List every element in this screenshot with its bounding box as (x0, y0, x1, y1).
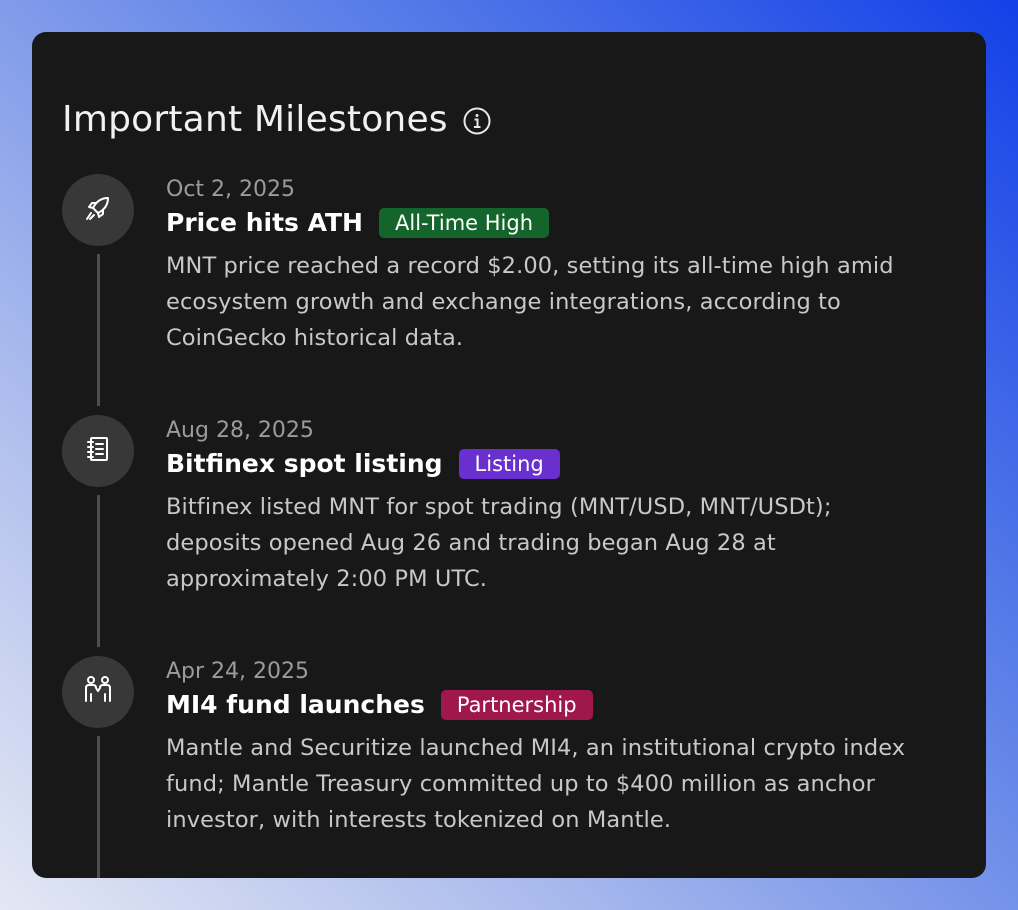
milestone-badge: Listing (458, 449, 560, 479)
partnership-people-icon (82, 674, 114, 710)
milestone-badge: Partnership (440, 690, 593, 720)
milestone-node (62, 415, 134, 487)
notebook-icon (83, 434, 113, 468)
milestone-node (62, 174, 134, 246)
milestone-item: Aug 28, 2025 Bitfinex spot listing Listi… (62, 415, 956, 656)
milestone-title-row: Bitfinex spot listing Listing (166, 447, 916, 481)
timeline-connector (97, 736, 100, 878)
timeline-connector (97, 254, 100, 406)
milestone-date: Oct 2, 2025 (166, 177, 296, 202)
timeline-connector (97, 495, 100, 647)
card-header: Important Milestones (62, 102, 492, 138)
milestone-date: Aug 28, 2025 (166, 418, 314, 443)
milestone-item: Oct 2, 2025 Price hits ATH All-Time High… (62, 174, 956, 415)
milestone-title-row: Price hits ATH All-Time High (166, 206, 916, 240)
milestone-description: MNT price reached a record $2.00, settin… (166, 253, 894, 351)
info-circle-icon[interactable] (462, 106, 492, 136)
milestones-card: Important Milestones Oct 2, 2025 Price h… (32, 32, 986, 878)
milestone-description: Mantle and Securitize launched MI4, an i… (166, 735, 906, 833)
card-title: Important Milestones (62, 99, 448, 140)
milestone-content: Apr 24, 2025 MI4 fund launches Partnersh… (166, 656, 916, 838)
milestone-timeline: Oct 2, 2025 Price hits ATH All-Time High… (62, 174, 956, 878)
milestone-title-row: MI4 fund launches Partnership (166, 688, 916, 722)
rocket-icon (83, 193, 113, 227)
milestone-content: Oct 2, 2025 Price hits ATH All-Time High… (166, 174, 916, 356)
milestone-title: Price hits ATH (166, 208, 363, 237)
milestone-description: Bitfinex listed MNT for spot trading (MN… (166, 494, 832, 592)
milestone-badge: All-Time High (379, 208, 550, 238)
milestone-node (62, 656, 134, 728)
milestone-item: Apr 24, 2025 MI4 fund launches Partnersh… (62, 656, 956, 878)
milestone-title: MI4 fund launches (166, 690, 425, 719)
milestone-date: Apr 24, 2025 (166, 659, 310, 684)
milestone-content: Aug 28, 2025 Bitfinex spot listing Listi… (166, 415, 916, 597)
milestone-title: Bitfinex spot listing (166, 449, 443, 478)
